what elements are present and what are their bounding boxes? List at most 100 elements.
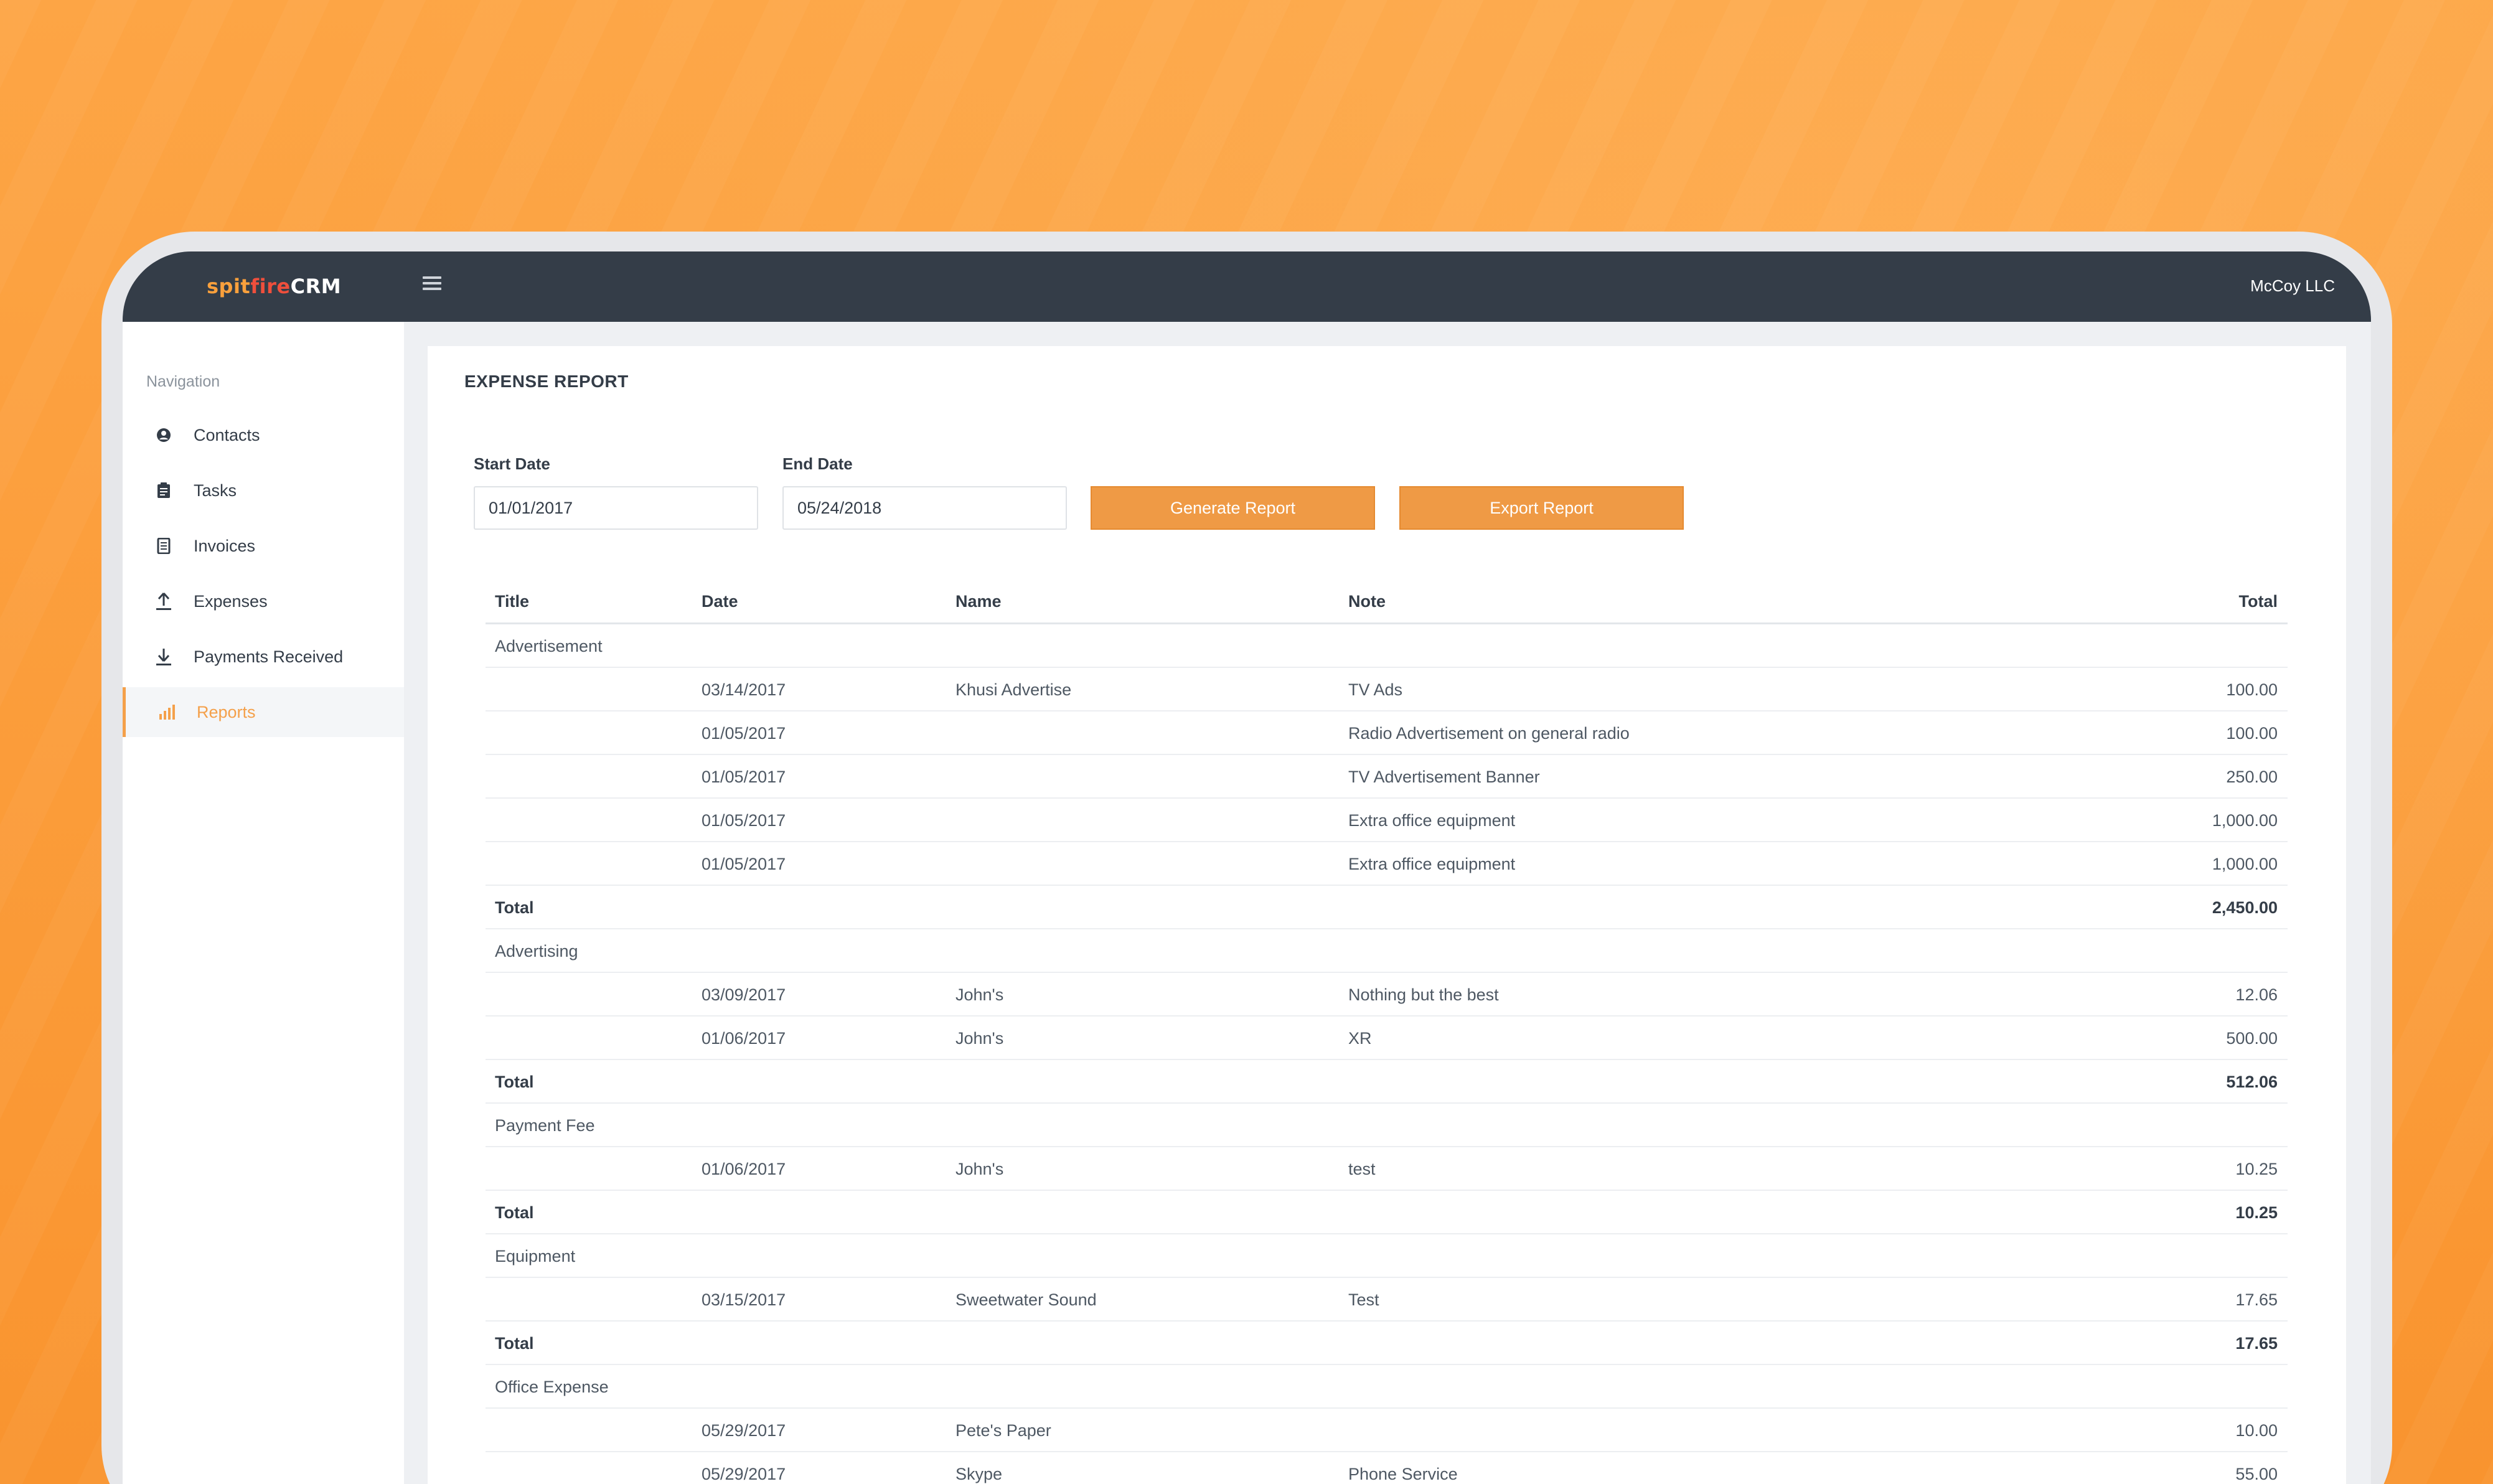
sidebar-item-label: Invoices: [194, 536, 256, 555]
cell-total: 17.65: [2235, 1290, 2278, 1309]
top-bar: spitfireCRM McCoy LLC: [123, 251, 2371, 322]
cell-total: 12.06: [2235, 985, 2278, 1004]
cell-title: Advertising: [495, 942, 578, 960]
cell-note: XR: [1348, 1029, 1372, 1048]
group-row: Advertisement: [486, 624, 2288, 668]
upload-icon: [154, 591, 174, 611]
app-screen: spitfireCRM McCoy LLC Navigation Contact…: [123, 251, 2371, 1484]
cell-title: Equipment: [495, 1247, 576, 1266]
logo-spit: spit: [207, 275, 251, 298]
cell-name: John's: [955, 985, 1004, 1004]
document-icon: [154, 536, 174, 556]
cell-date: 03/09/2017: [702, 985, 786, 1004]
total-row: Total 512.06: [486, 1060, 2288, 1104]
column-header-total[interactable]: Total: [2239, 592, 2278, 611]
table-row: 05/29/2017 Skype Phone Service 55.00: [486, 1452, 2288, 1484]
cell-note: Extra office equipment: [1348, 855, 1516, 873]
sidebar: Navigation Contacts Tasks Invoices Expen…: [123, 322, 404, 1484]
download-icon: [154, 647, 174, 667]
start-date-label: Start Date: [474, 454, 550, 473]
table-row: 01/05/2017 Extra office equipment 1,000.00: [486, 799, 2288, 842]
page-title: EXPENSE REPORT: [464, 372, 629, 391]
logo-fire: fire: [250, 275, 291, 298]
cell-total: 17.65: [2235, 1334, 2278, 1353]
cell-total: 10.25: [2235, 1160, 2278, 1178]
total-row: Total 17.65: [486, 1322, 2288, 1365]
cell-date: 03/15/2017: [702, 1290, 786, 1309]
group-row: Equipment: [486, 1234, 2288, 1278]
cell-date: 03/14/2017: [702, 680, 786, 699]
cell-total: 1,000.00: [2212, 811, 2278, 830]
cell-name: John's: [955, 1029, 1004, 1048]
cell-date: 01/05/2017: [702, 768, 786, 786]
cell-note: TV Ads: [1348, 680, 1403, 699]
cell-total: 500.00: [2226, 1029, 2278, 1048]
start-date-input[interactable]: [474, 486, 758, 530]
column-header-date[interactable]: Date: [702, 592, 738, 611]
cell-name: John's: [955, 1160, 1004, 1178]
company-name[interactable]: McCoy LLC: [2250, 276, 2335, 296]
report-card: EXPENSE REPORT Start Date End Date Gener…: [428, 346, 2346, 1484]
sidebar-item-label: Tasks: [194, 481, 237, 500]
nav-heading: Navigation: [146, 373, 220, 390]
cell-date: 05/29/2017: [702, 1465, 786, 1483]
cell-total: 1,000.00: [2212, 855, 2278, 873]
cell-title: Total: [495, 1203, 534, 1222]
cell-total: 100.00: [2226, 724, 2278, 743]
total-row: Total 10.25: [486, 1191, 2288, 1234]
sidebar-item-expenses[interactable]: Expenses: [123, 576, 404, 626]
cell-note: test: [1348, 1160, 1376, 1178]
cell-title: Total: [495, 1073, 534, 1091]
user-circle-icon: [154, 425, 174, 445]
cell-total: 55.00: [2235, 1465, 2278, 1483]
expense-table: Title Date Name Note Total Advertisement…: [486, 580, 2288, 1484]
generate-report-button[interactable]: Generate Report: [1091, 486, 1375, 530]
cell-total: 10.00: [2235, 1421, 2278, 1440]
app-logo[interactable]: spitfireCRM: [207, 276, 341, 296]
cell-total: 100.00: [2226, 680, 2278, 699]
cell-name: Pete's Paper: [955, 1421, 1051, 1440]
cell-date: 01/05/2017: [702, 724, 786, 743]
table-row: 03/09/2017 John's Nothing but the best 12.0…: [486, 973, 2288, 1017]
column-header-title[interactable]: Title: [495, 592, 529, 611]
sidebar-item-label: Payments Received: [194, 647, 344, 666]
sidebar-item-payments-received[interactable]: Payments Received: [123, 632, 404, 682]
column-header-name[interactable]: Name: [955, 592, 1002, 611]
table-row: 01/05/2017 Radio Advertisement on general…: [486, 711, 2288, 755]
sidebar-item-label: Reports: [197, 702, 256, 721]
cell-total: 2,450.00: [2212, 898, 2278, 917]
cell-total: 250.00: [2226, 768, 2278, 786]
cell-note: Nothing but the best: [1348, 985, 1499, 1004]
cell-title: Advertisement: [495, 637, 603, 655]
cell-title: Total: [495, 1334, 534, 1353]
clipboard-icon: [154, 481, 174, 500]
table-header: Title Date Name Note Total: [486, 580, 2288, 624]
sidebar-item-label: Expenses: [194, 591, 268, 611]
cell-title: Total: [495, 898, 534, 917]
cell-name: Khusi Advertise: [955, 680, 1072, 699]
sidebar-item-invoices[interactable]: Invoices: [123, 521, 404, 571]
cell-date: 05/29/2017: [702, 1421, 786, 1440]
group-row: Office Expense: [486, 1365, 2288, 1409]
cell-title: Office Expense: [495, 1378, 609, 1396]
group-row: Advertising: [486, 929, 2288, 973]
sidebar-item-label: Contacts: [194, 425, 260, 444]
end-date-label: End Date: [782, 454, 853, 473]
logo-crm: CRM: [290, 275, 342, 298]
total-row: Total 2,450.00: [486, 886, 2288, 929]
sidebar-item-contacts[interactable]: Contacts: [123, 410, 404, 460]
table-row: 01/05/2017 Extra office equipment 1,000.00: [486, 842, 2288, 886]
sidebar-item-reports[interactable]: Reports: [123, 687, 404, 737]
sidebar-item-tasks[interactable]: Tasks: [123, 466, 404, 515]
bar-chart-icon: [157, 702, 177, 722]
table-row: 01/05/2017 TV Advertisement Banner 250.00: [486, 755, 2288, 799]
column-header-note[interactable]: Note: [1348, 592, 1386, 611]
menu-toggle-icon[interactable]: [423, 276, 441, 291]
table-row: 01/06/2017 John's XR 500.00: [486, 1017, 2288, 1060]
end-date-input[interactable]: [782, 486, 1067, 530]
cell-date: 01/05/2017: [702, 811, 786, 830]
cell-date: 01/06/2017: [702, 1160, 786, 1178]
export-report-button[interactable]: Export Report: [1399, 486, 1684, 530]
table-row: 03/15/2017 Sweetwater Sound Test 17.65: [486, 1278, 2288, 1322]
group-row: Payment Fee: [486, 1104, 2288, 1147]
